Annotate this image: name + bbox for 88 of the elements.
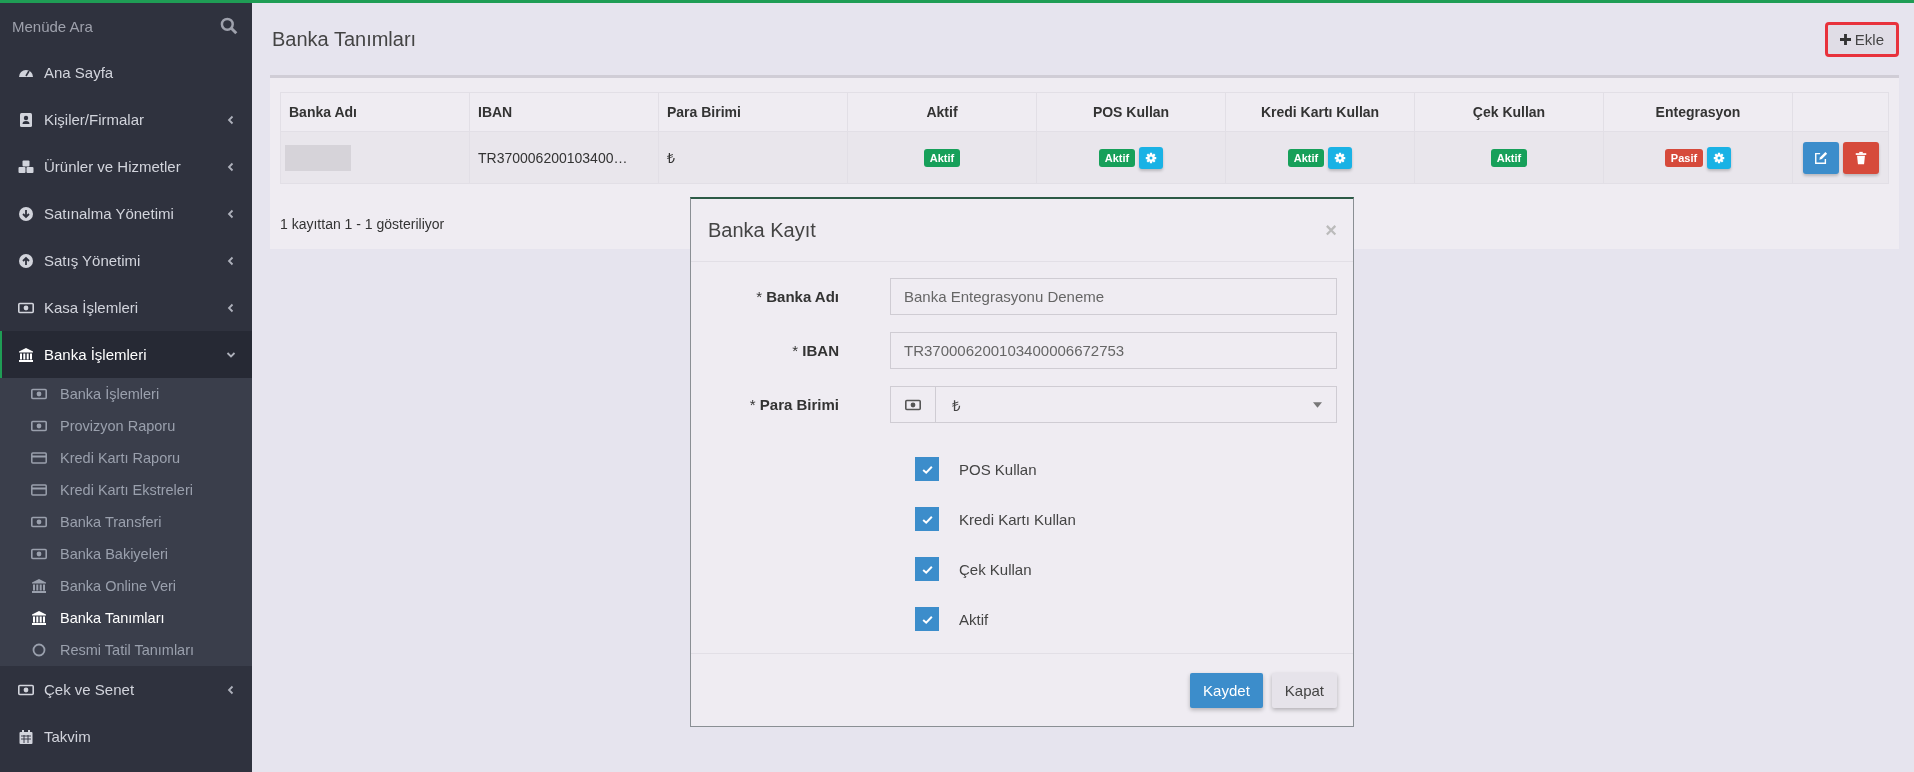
checkbox[interactable] bbox=[915, 607, 939, 631]
delete-button[interactable] bbox=[1842, 141, 1879, 174]
sidebar-item[interactable]: Ana Sayfa bbox=[0, 49, 252, 96]
records-info: 1 kayıttan 1 - 1 gösteriliyor bbox=[280, 216, 445, 232]
submenu-item[interactable]: Kredi Kartı Raporu bbox=[0, 442, 252, 474]
checkbox[interactable] bbox=[915, 507, 939, 531]
sidebar-item[interactable]: Satış Yönetimi bbox=[0, 237, 252, 284]
bank-icon bbox=[31, 610, 47, 626]
close-dialog-button[interactable]: Kapat bbox=[1271, 672, 1337, 708]
status-badge: Aktif bbox=[923, 148, 961, 167]
bank-icon bbox=[31, 578, 47, 594]
menu-search-field[interactable]: Menüde Ara bbox=[12, 17, 192, 35]
column-header[interactable]: Kredi Kartı Kullan bbox=[1225, 92, 1415, 132]
banknote-icon bbox=[31, 514, 47, 530]
dialog-title: Banka Kayıt bbox=[708, 218, 816, 242]
settings-button[interactable] bbox=[1139, 146, 1164, 169]
chevron-left-icon bbox=[226, 255, 236, 266]
banknote-icon bbox=[31, 418, 47, 434]
field-label: *Para Birimi bbox=[748, 396, 839, 413]
status-badge: Aktif bbox=[1490, 148, 1528, 167]
sidebar-item[interactable]: Ürünler ve Hizmetler bbox=[0, 143, 252, 190]
column-header[interactable]: Entegrasyon bbox=[1603, 92, 1793, 132]
chevron-left-icon bbox=[226, 208, 236, 219]
submenu-item[interactable]: Resmi Tatil Tanımları bbox=[0, 634, 252, 666]
sidebar-item[interactable]: Satınalma Yönetimi bbox=[0, 190, 252, 237]
field-label: *IBAN bbox=[791, 342, 839, 359]
gear-icon bbox=[1334, 151, 1347, 164]
chevron-left-icon bbox=[226, 114, 236, 125]
checkbox-label: POS Kullan bbox=[959, 460, 1037, 478]
checkbox[interactable] bbox=[915, 457, 939, 481]
chevron-left-icon bbox=[226, 161, 236, 172]
credit-card-icon bbox=[31, 482, 47, 498]
chevron-left-icon bbox=[226, 684, 236, 695]
save-button[interactable]: Kaydet bbox=[1190, 672, 1263, 708]
caret-icon bbox=[1313, 401, 1322, 408]
submenu-item[interactable]: Provizyon Raporu bbox=[0, 410, 252, 442]
status-badge: Pasif bbox=[1664, 148, 1704, 167]
bank-icon bbox=[18, 346, 34, 363]
cubes-icon bbox=[18, 158, 34, 175]
circle-icon bbox=[31, 642, 47, 658]
submenu-item[interactable]: Banka İşlemleri bbox=[0, 378, 252, 410]
submenu-item[interactable]: Banka Tanımları bbox=[0, 602, 252, 634]
edit-icon bbox=[1813, 150, 1828, 165]
edit-button[interactable] bbox=[1802, 141, 1839, 174]
banknote-icon bbox=[31, 386, 47, 402]
text-field[interactable]: TR370006200103400006672753 bbox=[890, 332, 1337, 369]
sidebar-item[interactable]: Çek ve Senet bbox=[0, 666, 252, 713]
submenu-item[interactable]: Banka Online Veri bbox=[0, 570, 252, 602]
checkbox-label: Çek Kullan bbox=[959, 560, 1032, 578]
contact-card-icon bbox=[18, 111, 34, 128]
column-header[interactable]: Banka Adı bbox=[280, 92, 470, 132]
currency-select[interactable]: ₺ bbox=[890, 386, 1337, 423]
sidebar-item[interactable]: Kasa İşlemleri bbox=[0, 284, 252, 331]
table-cell: TR370006200103400… bbox=[469, 131, 659, 184]
sidebar-item[interactable]: Kişiler/Firmalar bbox=[0, 96, 252, 143]
column-header[interactable]: POS Kullan bbox=[1036, 92, 1226, 132]
plus-icon bbox=[1839, 33, 1851, 45]
gear-icon bbox=[1713, 151, 1726, 164]
column-header[interactable]: Para Birimi bbox=[658, 92, 848, 132]
page-title: Banka Tanımları bbox=[272, 27, 417, 51]
add-button[interactable]: Ekle bbox=[1824, 21, 1899, 57]
text-field[interactable]: Banka Entegrasyonu Deneme bbox=[890, 278, 1337, 315]
calendar-icon bbox=[18, 728, 34, 745]
column-header[interactable]: IBAN bbox=[469, 92, 659, 132]
up-arrow-circle-icon bbox=[18, 252, 34, 269]
status-badge: Aktif bbox=[1287, 148, 1325, 167]
field-label: *Banka Adı bbox=[755, 288, 839, 305]
chevron-left-icon bbox=[226, 302, 236, 313]
settings-button[interactable] bbox=[1707, 146, 1732, 169]
submenu-item[interactable]: Kredi Kartı Ekstreleri bbox=[0, 474, 252, 506]
submenu-item[interactable]: Banka Bakiyeleri bbox=[0, 538, 252, 570]
gear-icon bbox=[1145, 151, 1158, 164]
column-header[interactable]: Çek Kullan bbox=[1414, 92, 1604, 132]
banknote-icon bbox=[31, 546, 47, 562]
sidebar-item[interactable]: Banka İşlemleri bbox=[0, 331, 252, 378]
search-icon[interactable] bbox=[220, 17, 238, 35]
checkbox[interactable] bbox=[915, 557, 939, 581]
column-header[interactable]: Aktif bbox=[847, 92, 1037, 132]
table-cell: ₺ bbox=[658, 131, 848, 184]
status-badge: Aktif bbox=[1098, 148, 1136, 167]
sidebar-item[interactable]: Takvim bbox=[0, 713, 252, 760]
submenu-item[interactable]: Banka Transferi bbox=[0, 506, 252, 538]
checkbox-label: Aktif bbox=[959, 610, 989, 628]
settings-button[interactable] bbox=[1328, 146, 1353, 169]
trash-icon bbox=[1853, 150, 1868, 165]
credit-card-icon bbox=[31, 450, 47, 466]
down-arrow-circle-icon bbox=[18, 205, 34, 222]
checkbox-label: Kredi Kartı Kullan bbox=[959, 510, 1076, 528]
